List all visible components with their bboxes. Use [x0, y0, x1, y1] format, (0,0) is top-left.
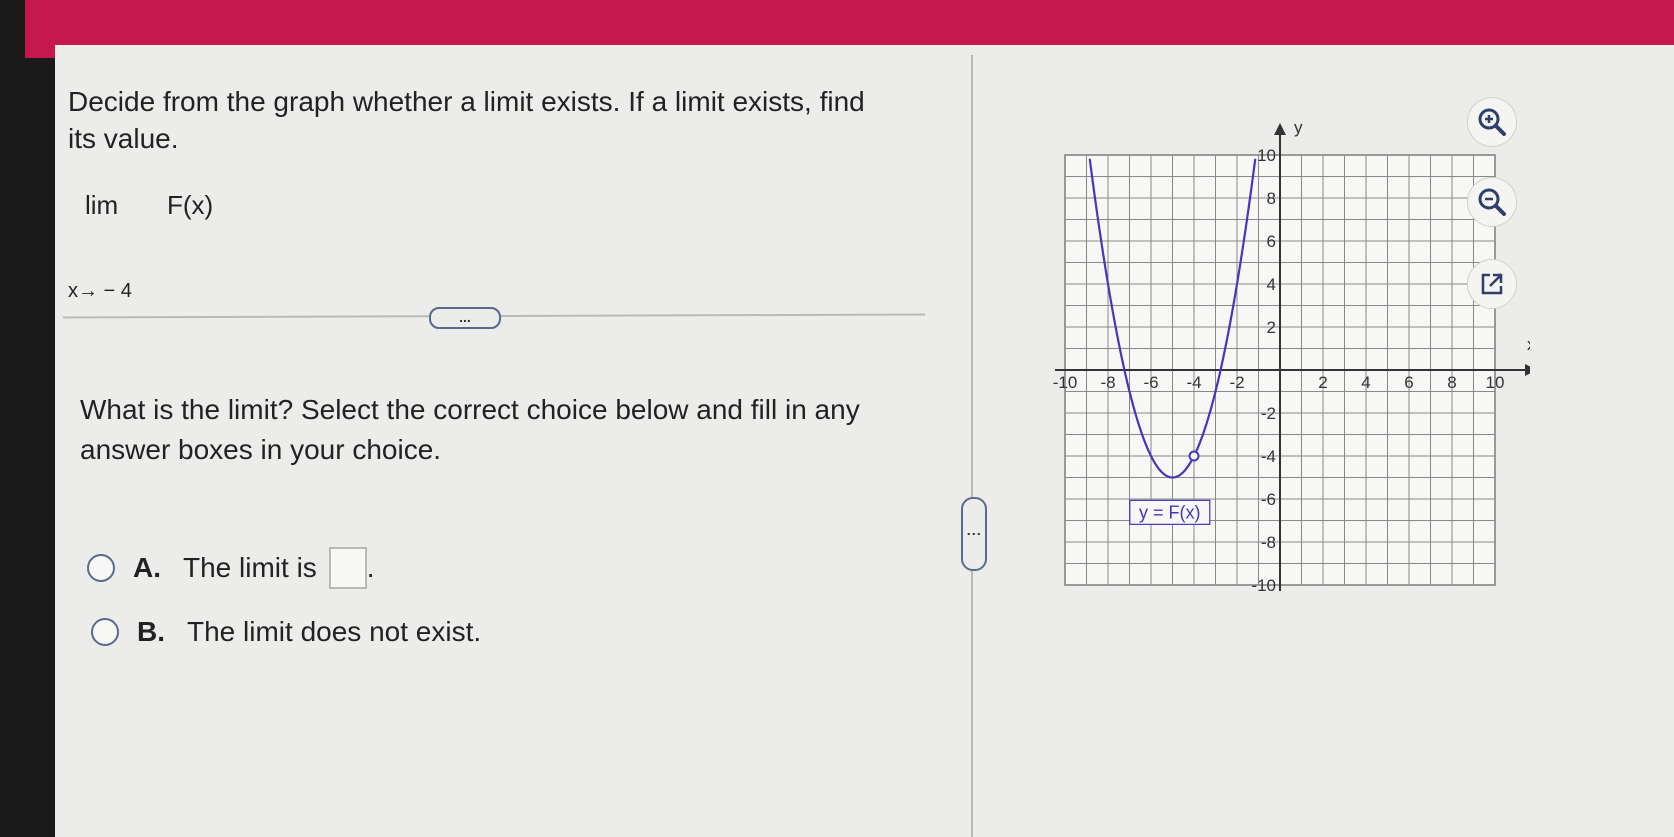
y-tick-label: 10 [1257, 146, 1276, 165]
x-tick-label: 8 [1447, 373, 1456, 392]
x-tick-label: 4 [1361, 373, 1370, 392]
popout-icon [1481, 273, 1503, 295]
limit-approach: x→ − 4 [68, 280, 132, 302]
x-tick-label: -4 [1186, 373, 1201, 392]
choice-a-radio[interactable] [87, 554, 115, 582]
zoom-out-button[interactable] [1467, 177, 1517, 227]
zoom-in-icon [1478, 108, 1506, 136]
limit-word: lim [85, 190, 119, 220]
more-button[interactable]: ... [429, 307, 501, 329]
choice-b[interactable]: B. The limit does not exist. [91, 612, 481, 652]
pane-divider [971, 55, 973, 837]
zoom-in-button[interactable] [1467, 97, 1517, 147]
open-point-marker [1188, 450, 1200, 462]
x-axis-label: x [1527, 335, 1530, 354]
question-pane: Decide from the graph whether a limit ex… [55, 45, 970, 837]
x-axis-arrow [1525, 364, 1530, 376]
limit-answer-input[interactable] [328, 547, 367, 589]
y-tick-label: 2 [1267, 318, 1276, 337]
choice-a-letter: A. [133, 552, 161, 583]
y-tick-label: -2 [1261, 404, 1276, 423]
choice-a-period: . [366, 552, 375, 583]
x-tick-label: -6 [1143, 373, 1158, 392]
y-tick-label: 6 [1267, 232, 1276, 251]
choice-a[interactable]: A. The limit is . [87, 547, 375, 589]
choice-b-radio[interactable] [91, 618, 119, 646]
y-tick-label: -6 [1261, 490, 1276, 509]
zoom-out-icon [1478, 188, 1506, 216]
x-tick-label: 10 [1486, 373, 1505, 392]
limit-function: F(x) [167, 190, 214, 220]
x-tick-label: 6 [1404, 373, 1413, 392]
y-axis-arrow [1274, 123, 1286, 135]
question-screen: Decide from the graph whether a limit ex… [55, 45, 1674, 837]
y-tick-label: 8 [1267, 189, 1276, 208]
choice-a-text: The limit is [183, 552, 317, 583]
y-tick-label: -8 [1261, 533, 1276, 552]
function-graph: x y -10 -8 -6 -4 -2 2 4 6 8 10 10 8 6 4 2 -2 -4 -6 -8 -10 y = … [1053, 118, 1530, 595]
question-text: Decide from the graph whether a limit ex… [68, 86, 865, 154]
y-tick-label: -4 [1261, 447, 1276, 466]
y-tick-label: -10 [1251, 576, 1276, 595]
popout-button[interactable] [1467, 259, 1517, 309]
choice-b-letter: B. [137, 616, 165, 647]
x-tick-label: 2 [1318, 373, 1327, 392]
curve-label: y = F(x) [1139, 502, 1201, 522]
y-axis-label: y [1294, 118, 1303, 137]
x-tick-label: -10 [1053, 373, 1078, 392]
y-tick-label: 4 [1267, 275, 1276, 294]
pane-resize-handle[interactable]: ⋮ [961, 497, 987, 571]
x-tick-label: -8 [1100, 373, 1115, 392]
choice-b-text: The limit does not exist. [187, 616, 482, 647]
x-tick-label: -2 [1229, 373, 1244, 392]
prompt-text: What is the limit? Select the correct ch… [80, 394, 860, 465]
